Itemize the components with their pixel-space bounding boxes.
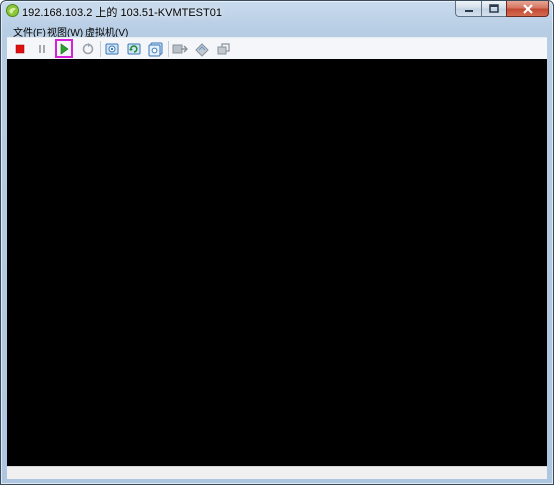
vsphere-app-icon bbox=[6, 4, 19, 17]
revert-snapshot-button[interactable] bbox=[125, 40, 143, 58]
minimize-icon bbox=[464, 9, 473, 12]
connect-cd-button[interactable] bbox=[171, 40, 189, 58]
toolbar bbox=[7, 37, 547, 60]
take-snapshot-button[interactable] bbox=[103, 40, 121, 58]
connect-floppy-button[interactable] bbox=[193, 40, 211, 58]
title-bar[interactable]: 192.168.103.2 上的 103.51-KVMTEST01 bbox=[1, 1, 553, 21]
stop-icon bbox=[15, 44, 25, 54]
vm-console-window: 192.168.103.2 上的 103.51-KVMTEST01 文件(F) … bbox=[0, 0, 554, 485]
snapshot-manager-icon bbox=[148, 42, 163, 57]
window-title: 192.168.103.2 上的 103.51-KVMTEST01 bbox=[22, 7, 222, 19]
status-bar bbox=[7, 466, 547, 479]
snapshot-revert-icon bbox=[127, 43, 141, 55]
menu-bar: 文件(F) 视图(W) 虚拟机(V) bbox=[7, 23, 547, 39]
suspend-button[interactable] bbox=[33, 40, 51, 58]
close-icon bbox=[522, 3, 533, 14]
pause-icon bbox=[39, 45, 45, 53]
power-on-button[interactable] bbox=[55, 39, 73, 58]
minimize-button[interactable] bbox=[455, 1, 481, 17]
connect-network-icon bbox=[217, 43, 230, 55]
toolbar-separator bbox=[168, 41, 169, 57]
connect-cd-icon bbox=[172, 44, 188, 54]
connect-floppy-icon bbox=[195, 43, 209, 57]
maximize-icon bbox=[489, 4, 499, 13]
play-icon bbox=[60, 42, 69, 55]
caption-buttons bbox=[455, 1, 549, 18]
reset-button[interactable] bbox=[79, 40, 97, 58]
reset-icon bbox=[82, 43, 94, 55]
snapshot-take-icon bbox=[105, 43, 119, 55]
vm-console-screen[interactable] bbox=[7, 59, 547, 466]
power-off-button[interactable] bbox=[11, 40, 29, 58]
maximize-button[interactable] bbox=[481, 1, 506, 17]
toolbar-separator bbox=[100, 41, 101, 57]
connect-network-button[interactable] bbox=[215, 40, 233, 58]
snapshot-manager-button[interactable] bbox=[147, 40, 165, 58]
close-button[interactable] bbox=[506, 1, 549, 17]
